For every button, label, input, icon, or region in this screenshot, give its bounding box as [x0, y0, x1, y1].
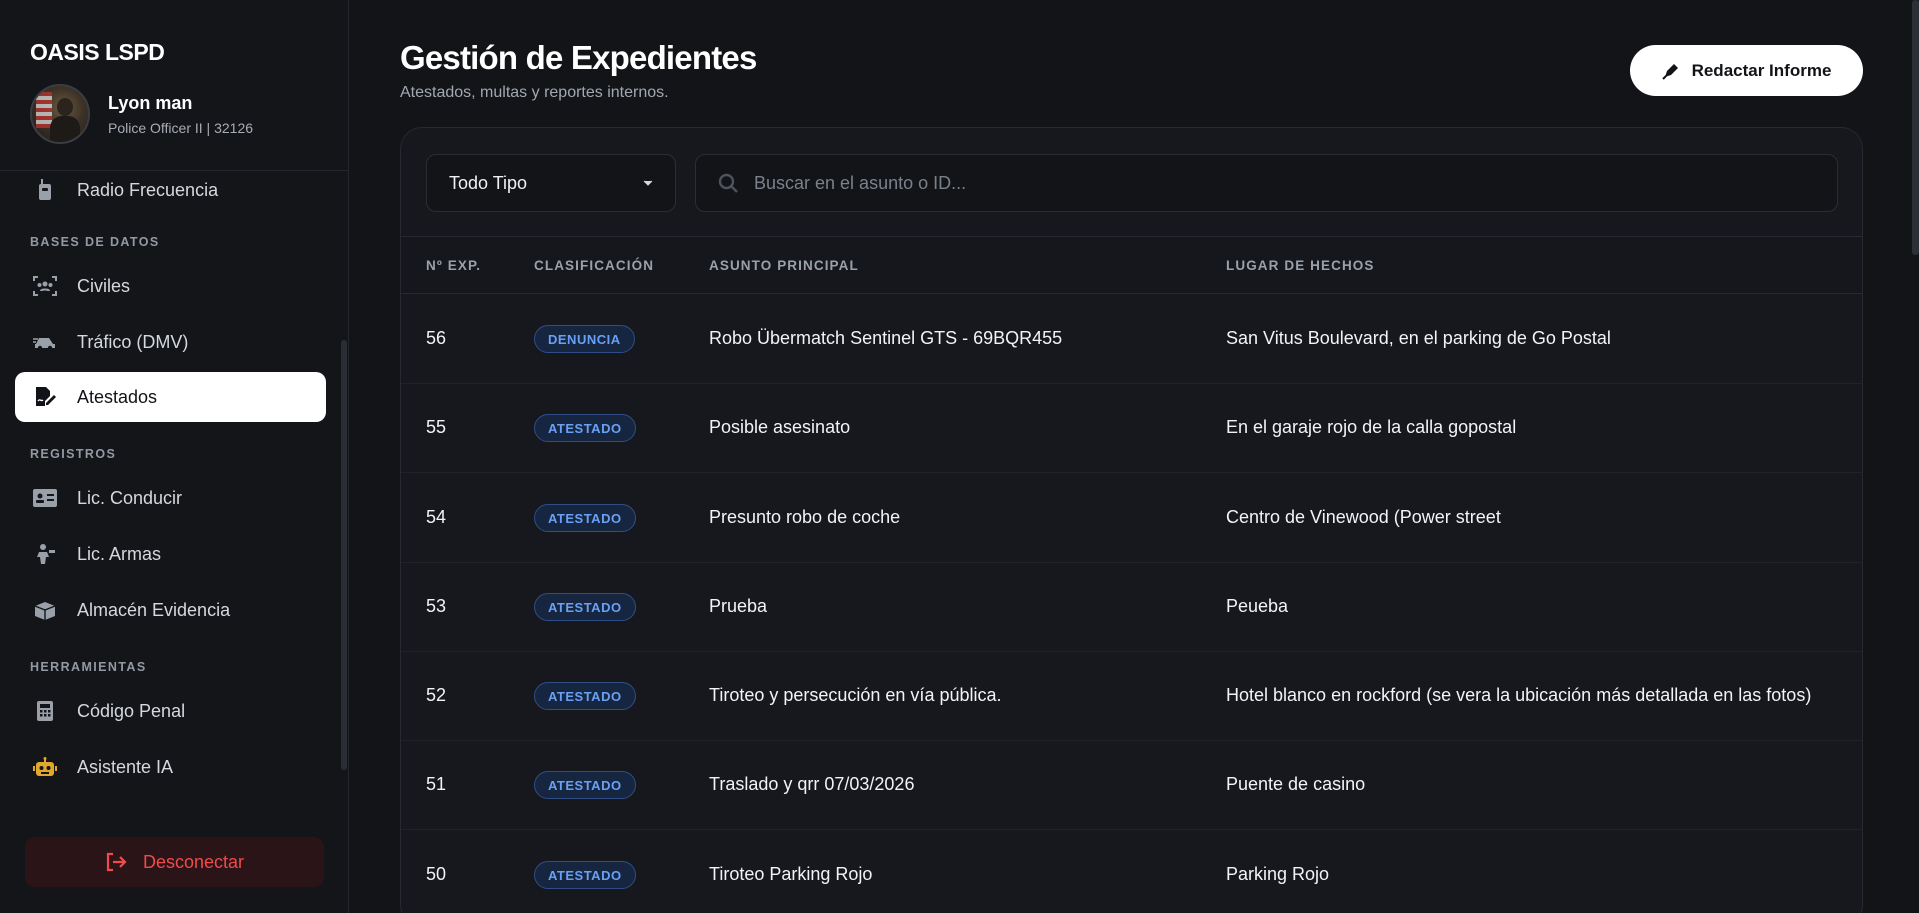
cell-id: 52 — [426, 685, 447, 705]
user-role: Police Officer II | 32126 — [108, 119, 254, 136]
sidebar-item-civiles[interactable]: Civiles — [15, 261, 326, 311]
table-row[interactable]: 53 ATESTADO Prueba Peueba — [401, 563, 1862, 652]
page-title: Gestión de Expedientes — [400, 39, 757, 76]
avatar — [30, 84, 90, 144]
cell-place: Peueba — [1226, 596, 1289, 616]
sidebar-item-label: Tráfico (DMV) — [77, 331, 189, 352]
sidebar-item-label: Asistente IA — [77, 756, 174, 777]
file-signature-icon — [33, 385, 57, 409]
search-box[interactable] — [695, 154, 1838, 212]
cell-id: 56 — [426, 328, 447, 348]
table-row[interactable]: 52 ATESTADO Tiroteo y persecución en vía… — [401, 652, 1862, 741]
sidebar-item-codigo-penal[interactable]: Código Penal — [15, 686, 326, 736]
new-report-button[interactable]: Redactar Informe — [1630, 45, 1863, 96]
radio-icon — [33, 178, 57, 202]
cell-place: En el garaje rojo de la calla gopostal — [1226, 417, 1517, 437]
records-card: Todo Tipo Nº EXP. CLASIFICACIÓN ASUNTO P… — [400, 127, 1863, 913]
section-tools: HERRAMIENTAS — [30, 660, 147, 674]
table-row[interactable]: 55 ATESTADO Posible asesinato En el gara… — [401, 384, 1862, 473]
cell-subject: Tiroteo y persecución en vía pública. — [709, 685, 1002, 705]
sidebar-item-asistente-ia[interactable]: Asistente IA — [15, 742, 326, 792]
user-name: Lyon man — [108, 92, 193, 113]
sidebar-item-almacen[interactable]: Almacén Evidencia — [15, 585, 326, 635]
status-badge: ATESTADO — [534, 771, 636, 799]
id-card-icon — [33, 486, 57, 510]
sidebar-item-radio[interactable]: Radio Frecuencia — [15, 165, 326, 215]
cell-subject: Prueba — [709, 596, 768, 616]
cell-subject: Traslado y qrr 07/03/2026 — [709, 774, 915, 794]
cell-id: 55 — [426, 417, 447, 437]
sidebar-item-label: Radio Frecuencia — [77, 179, 219, 200]
cell-place: Puente de casino — [1226, 774, 1366, 794]
page-scrollbar[interactable] — [1912, 0, 1919, 255]
cell-subject: Presunto robo de coche — [709, 507, 901, 527]
page-subtitle: Atestados, multas y reportes internos. — [400, 84, 669, 101]
column-header-id: Nº EXP. — [426, 258, 482, 273]
sidebar-item-label: Atestados — [77, 386, 158, 407]
user-profile[interactable]: Lyon man Police Officer II | 32126 — [30, 84, 253, 144]
column-header-subject: ASUNTO PRINCIPAL — [709, 258, 859, 273]
cell-id: 53 — [426, 596, 447, 616]
sidebar-item-lic-armas[interactable]: Lic. Armas — [15, 529, 326, 579]
box-icon — [33, 598, 57, 622]
gun-icon — [33, 542, 57, 566]
sidebar-item-label: Lic. Armas — [77, 543, 162, 564]
type-filter-value: Todo Tipo — [449, 172, 528, 193]
cell-place: San Vitus Boulevard, en el parking de Go… — [1226, 328, 1611, 348]
calculator-icon — [33, 699, 57, 723]
table-row[interactable]: 51 ATESTADO Traslado y qrr 07/03/2026 Pu… — [401, 741, 1862, 830]
cell-subject: Posible asesinato — [709, 417, 851, 437]
users-icon — [33, 274, 57, 298]
sidebar-item-label: Civiles — [77, 275, 131, 296]
cell-id: 50 — [426, 864, 447, 884]
sidebar-item-label: Código Penal — [77, 700, 186, 721]
car-icon — [33, 330, 57, 354]
status-badge: ATESTADO — [534, 593, 636, 621]
brand-title: OASIS LSPD — [30, 39, 165, 65]
sidebar-item-label: Almacén Evidencia — [77, 599, 231, 620]
section-records: REGISTROS — [30, 447, 117, 461]
chevron-down-icon — [643, 180, 653, 186]
cell-subject: Robo Übermatch Sentinel GTS - 69BQR455 — [709, 328, 1063, 348]
pen-icon — [1661, 62, 1680, 80]
sidebar-item-atestados[interactable]: Atestados — [15, 372, 326, 422]
new-report-label: Redactar Informe — [1691, 60, 1832, 80]
column-header-place: LUGAR DE HECHOS — [1226, 258, 1375, 273]
cell-place: Parking Rojo — [1226, 864, 1330, 884]
status-badge: ATESTADO — [534, 414, 636, 442]
main-content: Gestión de Expedientes Atestados, multas… — [349, 0, 1919, 913]
sidebar-scrollbar[interactable] — [341, 340, 347, 770]
logout-button[interactable]: Desconectar — [25, 837, 324, 887]
logout-label: Desconectar — [142, 851, 245, 872]
sidebar-item-trafico[interactable]: Tráfico (DMV) — [15, 317, 326, 367]
sidebar-item-lic-conducir[interactable]: Lic. Conducir — [15, 473, 326, 523]
cell-id: 51 — [426, 774, 447, 794]
robot-icon — [33, 755, 57, 779]
search-input[interactable] — [754, 172, 1815, 194]
status-badge: DENUNCIA — [534, 325, 635, 353]
column-header-type: CLASIFICACIÓN — [534, 258, 655, 273]
sidebar: OASIS LSPD Lyon man Police Officer II | … — [0, 0, 349, 913]
sidebar-item-label: Lic. Conducir — [77, 487, 183, 508]
cell-subject: Tiroteo Parking Rojo — [709, 864, 873, 884]
table-row[interactable]: 56 DENUNCIA Robo Übermatch Sentinel GTS … — [401, 295, 1862, 384]
cell-place: Centro de Vinewood (Power street — [1226, 507, 1501, 527]
table-row[interactable]: 54 ATESTADO Presunto robo de coche Centr… — [401, 474, 1862, 563]
status-badge: ATESTADO — [534, 504, 636, 532]
table-header: Nº EXP. CLASIFICACIÓN ASUNTO PRINCIPAL L… — [401, 236, 1862, 294]
section-databases: BASES DE DATOS — [30, 235, 160, 249]
search-icon — [718, 173, 738, 193]
status-badge: ATESTADO — [534, 682, 636, 710]
type-filter-select[interactable]: Todo Tipo — [426, 154, 676, 212]
logout-icon — [105, 852, 127, 872]
cell-id: 54 — [426, 507, 447, 527]
cell-place: Hotel blanco en rockford (se vera la ubi… — [1226, 685, 1812, 705]
status-badge: ATESTADO — [534, 861, 636, 889]
table-row[interactable]: 50 ATESTADO Tiroteo Parking Rojo Parking… — [401, 831, 1862, 913]
